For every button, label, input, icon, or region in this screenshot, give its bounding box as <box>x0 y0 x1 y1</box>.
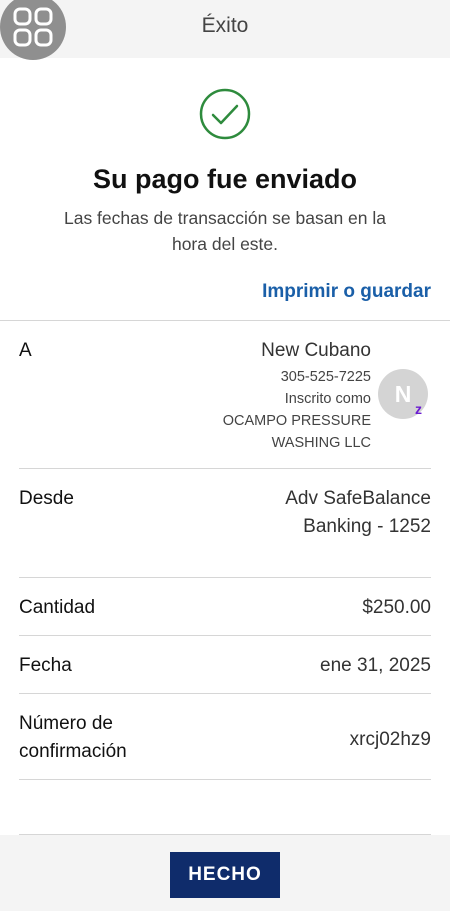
enrolled-as-label: Inscrito como <box>284 391 371 407</box>
from-account-line: Banking - 1252 <box>303 516 431 537</box>
confirmation-label-line: confirmación <box>19 741 127 762</box>
recipient-phone: 305-525-7225 <box>280 369 371 385</box>
divider <box>19 635 431 636</box>
check-circle-icon <box>199 88 251 140</box>
page-title: Éxito <box>201 14 249 37</box>
divider <box>19 693 431 694</box>
zelle-icon: z <box>415 401 422 417</box>
divider <box>19 577 431 578</box>
success-headline: Su pago fue enviado <box>92 164 358 194</box>
print-or-save-link[interactable]: Imprimir o guardar <box>262 281 431 303</box>
timezone-note-line: Las fechas de transacción se basan en la <box>63 208 386 228</box>
confirmation-label-line: Número de <box>19 713 113 734</box>
date-label: Fecha <box>19 655 72 676</box>
business-name-line: WASHING LLC <box>271 435 371 451</box>
timezone-note-line: hora del este. <box>171 234 279 254</box>
done-button[interactable]: HECHO <box>170 852 280 898</box>
divider <box>19 468 431 469</box>
to-label: A <box>19 340 32 361</box>
divider <box>19 779 431 780</box>
timezone-note: Las fechas de transacción se basan en la… <box>30 205 420 257</box>
amount-value: $250.00 <box>362 597 431 618</box>
recipient-name: New Cubano <box>261 340 371 361</box>
date-value: ene 31, 2025 <box>320 655 431 676</box>
from-account-line: Adv SafeBalance <box>285 488 431 509</box>
divider <box>0 320 450 321</box>
business-name-line: OCAMPO PRESSURE <box>222 413 371 429</box>
from-label: Desde <box>19 488 74 509</box>
amount-label: Cantidad <box>19 597 96 618</box>
confirmation-number: xrcj02hz9 <box>349 729 431 750</box>
